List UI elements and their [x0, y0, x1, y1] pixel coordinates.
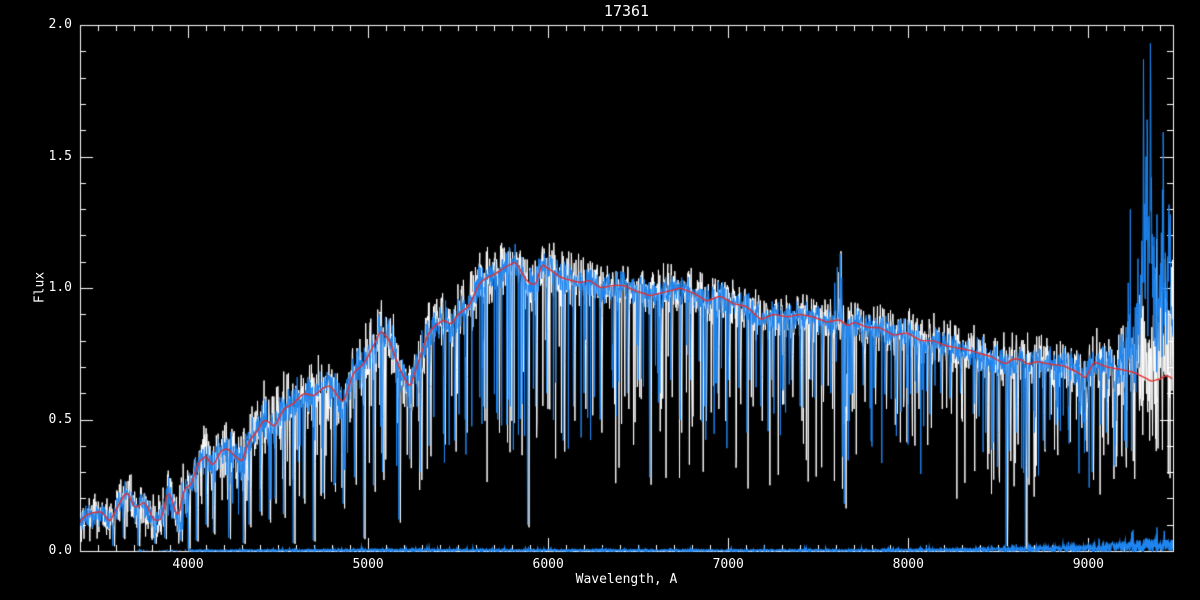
- y-tick-label: 0.0: [48, 543, 72, 558]
- x-tick-label: 5000: [352, 557, 384, 572]
- y-tick-label: 1.5: [48, 148, 72, 164]
- x-tick-label: 7000: [712, 557, 744, 572]
- x-tick-label: 9000: [1072, 557, 1105, 572]
- spectrum-plot-canvas: [0, 0, 1200, 600]
- plot-title: 17361: [603, 2, 650, 20]
- x-axis-label: Wavelength, A: [575, 572, 678, 587]
- x-tick-label: 8000: [892, 557, 924, 572]
- y-tick-label: 0.5: [48, 411, 72, 427]
- x-tick-label: 4000: [172, 557, 204, 572]
- x-tick-label: 6000: [532, 557, 564, 572]
- spectrum-figure: 17361 Flux Wavelength, A 0.0 0.5 1.0 1.5 2.0…: [0, 0, 1200, 600]
- y-tick-label: 2.0: [48, 17, 72, 32]
- y-tick-label: 1.0: [48, 280, 72, 295]
